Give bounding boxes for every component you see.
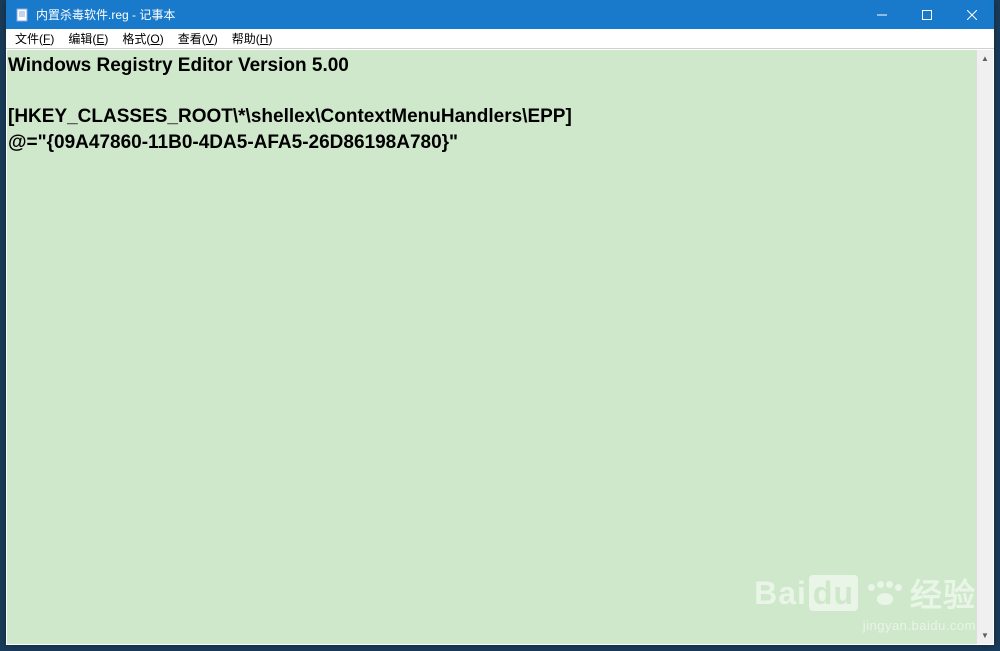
editor-line: [HKEY_CLASSES_ROOT\*\shellex\ContextMenu… xyxy=(8,106,572,127)
menu-edit[interactable]: 编辑(E) xyxy=(61,29,115,48)
vertical-scrollbar[interactable]: ▲ ▼ xyxy=(976,50,993,644)
menu-format[interactable]: 格式(O) xyxy=(115,29,170,48)
editor-line: Windows Registry Editor Version 5.00 xyxy=(8,55,349,76)
scroll-up-button[interactable]: ▲ xyxy=(977,50,993,67)
window-controls xyxy=(859,0,994,29)
maximize-button[interactable] xyxy=(904,0,949,29)
scroll-down-button[interactable]: ▼ xyxy=(977,627,993,644)
notepad-window: 内置杀毒软件.reg - 记事本 文件(F) 编辑(E) 格式(O) 查看(V)… xyxy=(6,0,994,645)
titlebar[interactable]: 内置杀毒软件.reg - 记事本 xyxy=(6,0,994,29)
editor-line: @="{09A47860-11B0-4DA5-AFA5-26D86198A780… xyxy=(8,132,458,153)
editor-container: Windows Registry Editor Version 5.00 [HK… xyxy=(6,49,994,645)
menu-view[interactable]: 查看(V) xyxy=(171,29,225,48)
app-icon xyxy=(14,7,30,23)
minimize-button[interactable] xyxy=(859,0,904,29)
menu-help[interactable]: 帮助(H) xyxy=(225,29,280,48)
menu-file[interactable]: 文件(F) xyxy=(8,29,61,48)
close-button[interactable] xyxy=(949,0,994,29)
text-editor[interactable]: Windows Registry Editor Version 5.00 [HK… xyxy=(7,50,976,644)
window-title: 内置杀毒软件.reg - 记事本 xyxy=(36,6,859,23)
menubar: 文件(F) 编辑(E) 格式(O) 查看(V) 帮助(H) xyxy=(6,29,994,49)
